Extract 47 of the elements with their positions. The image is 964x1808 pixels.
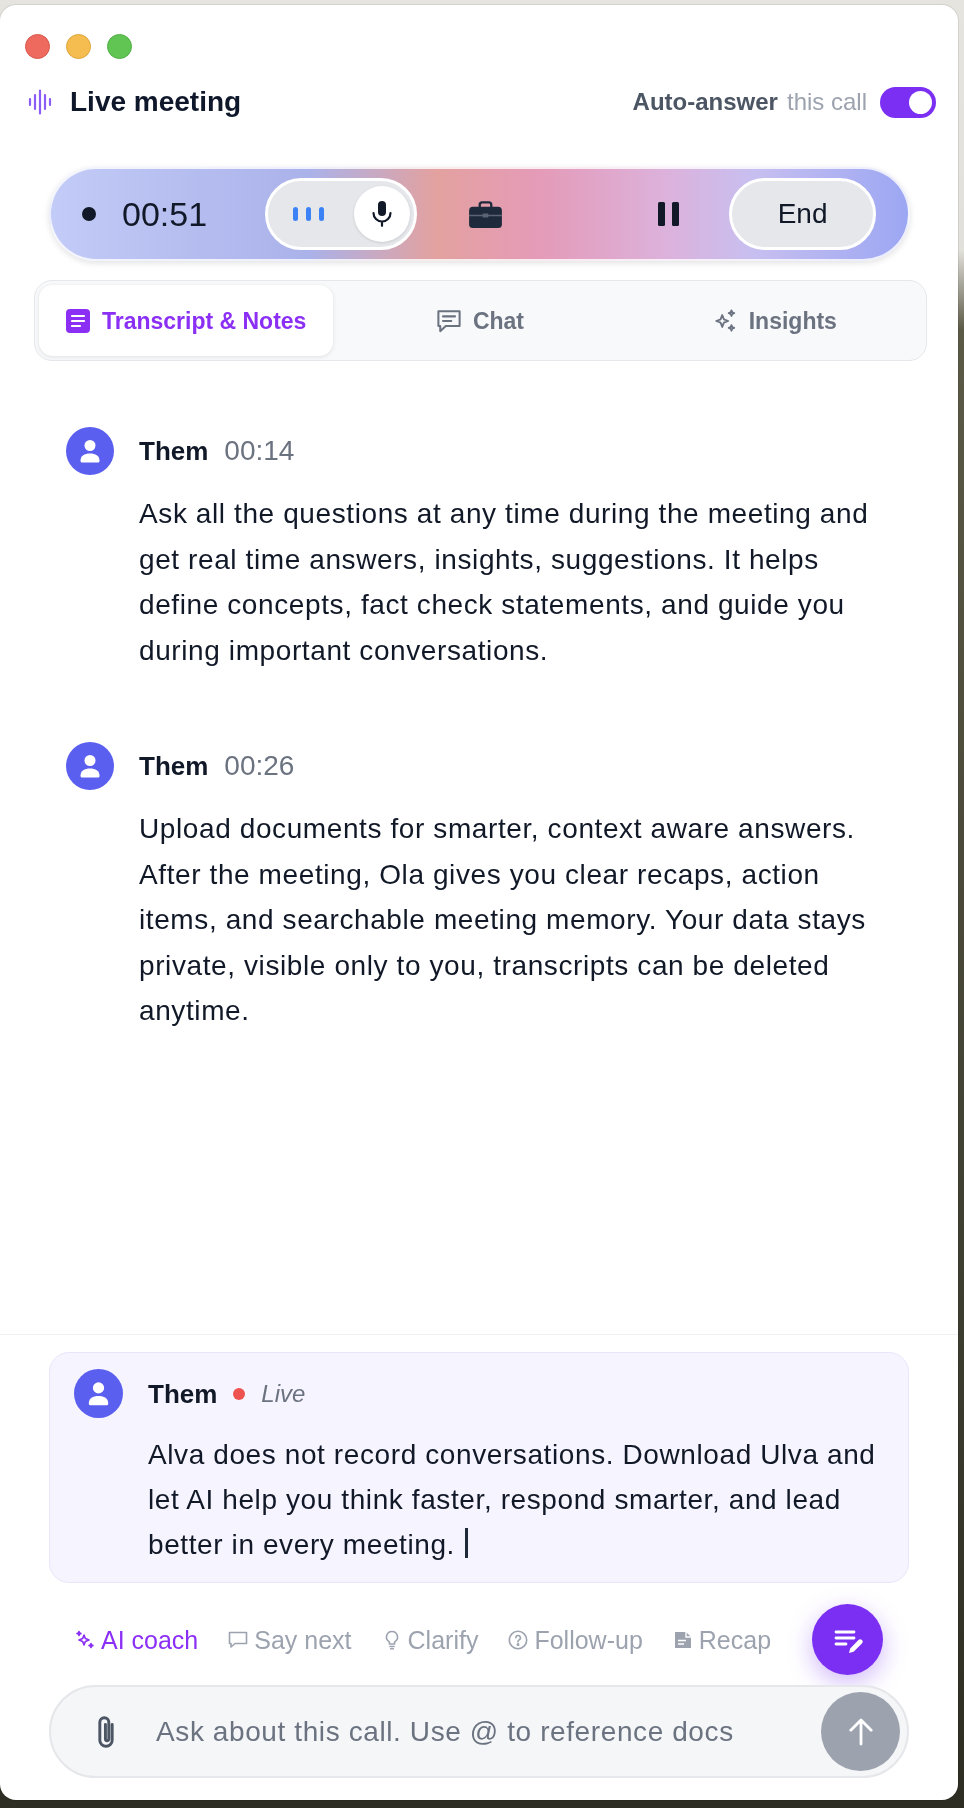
transcript-text: Upload documents for smarter, context aware answers. After the meeting, Ola gives you clear recaps, action items, and searchable meeting memory. Your data stays private, visible only to you, transcripts can be deleted anytime.	[139, 812, 867, 1028]
maximize-window-button[interactable]	[107, 34, 132, 59]
tab[interactable]: Insights	[627, 285, 922, 356]
avatar-icon	[66, 427, 114, 475]
end-call-button[interactable]: End	[729, 178, 877, 250]
call-timer: 00:51	[122, 194, 208, 234]
briefcase-icon[interactable]	[469, 200, 503, 228]
speaker-name: Them	[139, 750, 209, 783]
close-window-button[interactable]	[25, 34, 50, 59]
suggestion-chip[interactable]: Follow-up	[508, 1624, 643, 1655]
recording-dot-icon	[82, 207, 96, 221]
suggestion-chip[interactable]: AI coach	[75, 1624, 199, 1655]
sparkles-icon	[712, 308, 737, 333]
auto-answer-label: Auto-answer	[632, 87, 778, 117]
live-transcript-text: Alva does not record conversations. Download Ulva and let AI help you think faster, respond smarter, and lead better in every meeting.	[148, 1438, 877, 1562]
speech-bubble-icon	[228, 1629, 249, 1650]
tab[interactable]: Chat	[333, 285, 628, 356]
chat-bubble-icon	[436, 308, 461, 333]
tab[interactable]: Transcript & Notes	[39, 285, 334, 356]
speaker-name: Them	[139, 435, 209, 468]
auto-answer-note: this call	[786, 87, 867, 117]
microphone-icon[interactable]	[371, 201, 394, 227]
avatar-icon	[74, 1369, 123, 1418]
transcript-text: Ask all the questions at any time during the meeting and get real time answers, insights, suggestions. It helps define concepts, fact check statements, and guide you during important conversations.	[139, 497, 870, 668]
suggestion-chip[interactable]: Recap	[672, 1624, 772, 1655]
pause-icon[interactable]	[658, 202, 680, 226]
suggestion-chip[interactable]: Say next	[228, 1624, 352, 1655]
take-notes-button[interactable]	[812, 1604, 883, 1675]
question-circle-icon	[508, 1629, 529, 1650]
arrow-up-icon	[847, 1717, 874, 1746]
sparkles-icon	[75, 1629, 95, 1650]
message-time: 00:14	[224, 434, 295, 468]
avatar-icon	[66, 742, 114, 790]
note-icon	[672, 1629, 693, 1650]
live-dot-icon	[233, 1388, 246, 1400]
speaker-name: Them	[148, 1378, 218, 1411]
paperclip-icon[interactable]	[98, 1715, 114, 1748]
waveform-icon	[28, 89, 54, 115]
message-input-field[interactable]: Ask about this call. Use @ to reference docs	[156, 1709, 811, 1754]
window-title: Live meeting	[70, 85, 242, 119]
sound-dots-icon	[293, 207, 325, 221]
suggestion-chip[interactable]: Clarify	[381, 1624, 479, 1655]
message-time: 00:26	[224, 749, 295, 783]
auto-answer-toggle[interactable]	[880, 86, 936, 118]
message-composer[interactable]: Ask about this call. Use @ to reference docs	[49, 1685, 909, 1778]
notes-icon	[65, 308, 90, 333]
live-status: Live	[261, 1379, 306, 1409]
